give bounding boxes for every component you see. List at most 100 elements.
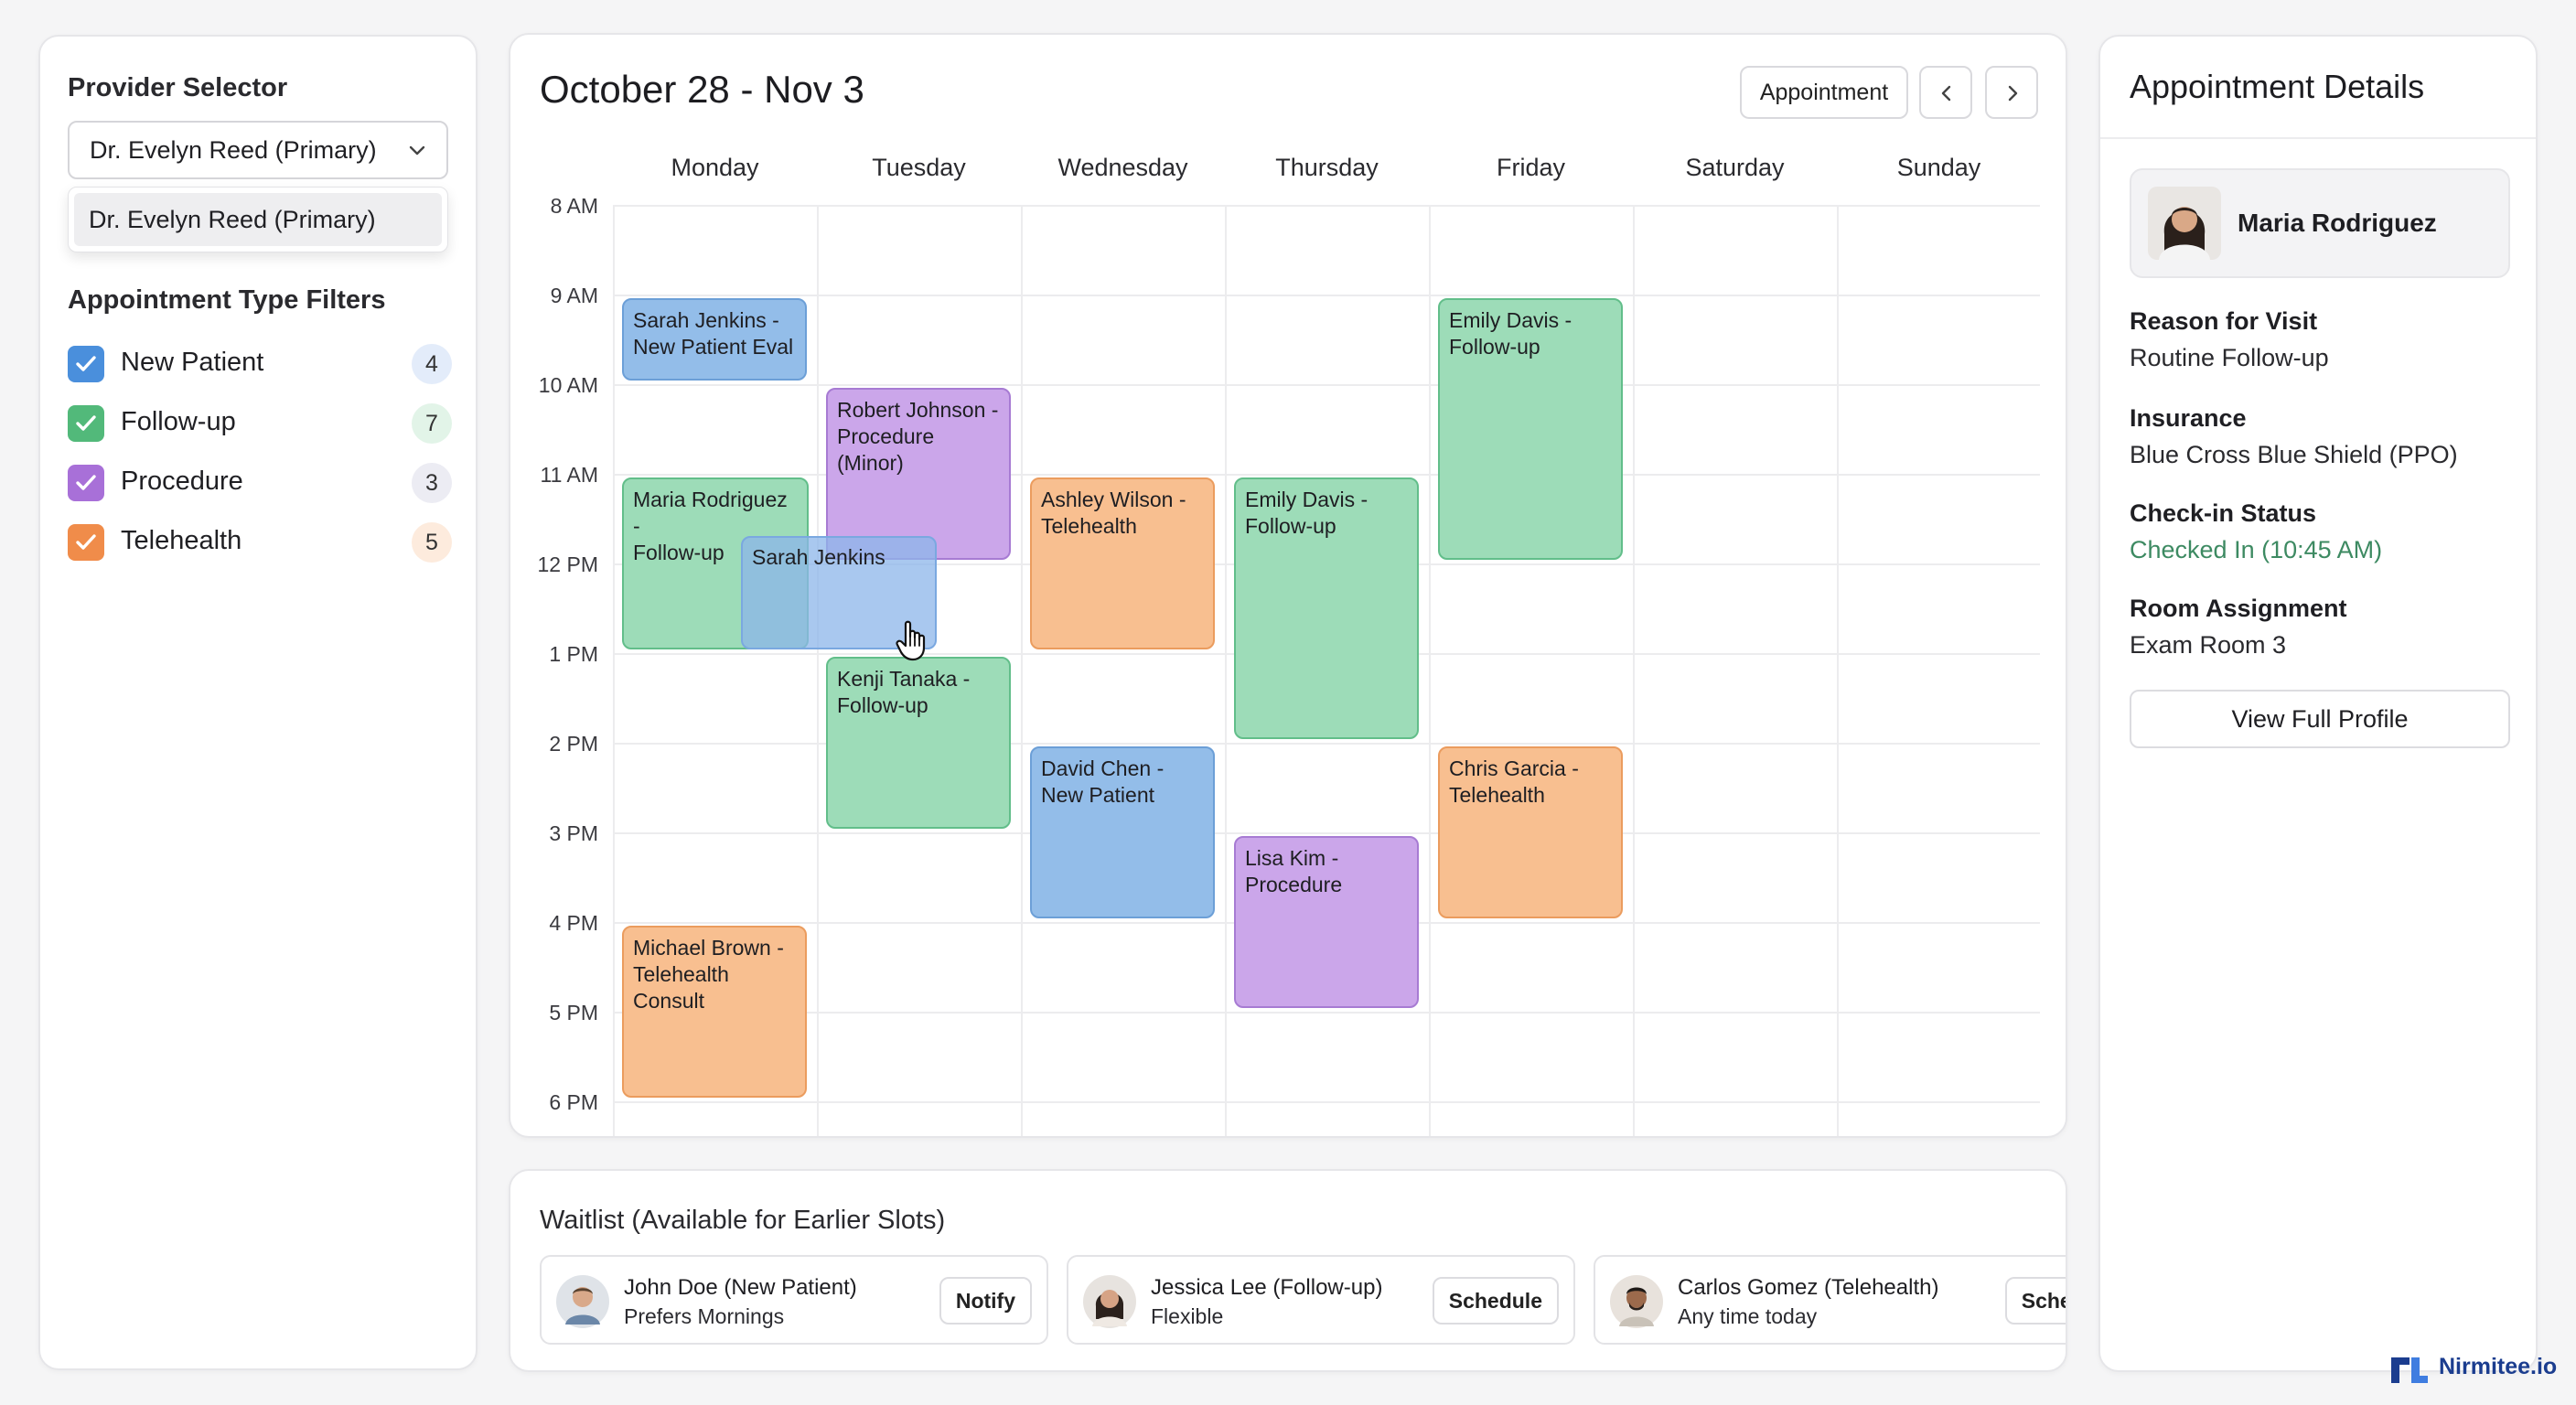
waitlist-item[interactable]: Carlos Gomez (Telehealth) Any time today…	[1594, 1255, 2066, 1345]
previous-week-button[interactable]	[1919, 66, 1972, 119]
appointment-type: Telehealth	[1449, 783, 1545, 807]
hour-label: 1 PM	[549, 642, 598, 666]
provider-selected-value: Dr. Evelyn Reed (Primary)	[90, 136, 377, 164]
waitlist-item[interactable]: Jessica Lee (Follow-up) Flexible Schedul…	[1067, 1255, 1575, 1345]
grid-line	[817, 205, 819, 1136]
reason-label: Reason for Visit	[2130, 307, 2318, 335]
week-range-title: October 28 - Nov 3	[540, 68, 864, 111]
day-header-sunday: Sunday	[1896, 154, 1981, 181]
appointment-type: Follow-up	[837, 693, 928, 717]
appointment-block[interactable]: Chris Garcia - Telehealth	[1438, 746, 1623, 918]
room-assignment-value: Exam Room 3	[2130, 631, 2287, 659]
hour-label: 8 AM	[550, 194, 598, 218]
day-header-monday: Monday	[671, 154, 759, 181]
filter-label: Follow-up	[121, 407, 236, 436]
grid-line	[1429, 205, 1431, 1136]
brand-name: Nirmitee.io	[2439, 1354, 2558, 1379]
checkbox-checked-icon[interactable]	[68, 524, 104, 561]
appointment-block[interactable]: Emily Davis - Follow-up	[1234, 477, 1419, 739]
filter-follow-up[interactable]: Follow-up 7	[68, 403, 452, 444]
hour-label: 6 PM	[549, 1090, 598, 1114]
filter-telehealth[interactable]: Telehealth 5	[68, 522, 452, 563]
appointment-patient: Chris Garcia -	[1449, 756, 1579, 780]
reason-value: Routine Follow-up	[2130, 344, 2329, 371]
waitlist-preference: Any time today	[1678, 1304, 1818, 1328]
filter-count-badge: 4	[412, 344, 452, 384]
filter-count-badge: 5	[412, 522, 452, 563]
filter-new-patient[interactable]: New Patient 4	[68, 344, 452, 384]
patient-card[interactable]: Maria Rodriguez	[2130, 168, 2510, 278]
appointment-patient: Robert Johnson -	[837, 398, 999, 422]
day-header-tuesday: Tuesday	[872, 154, 966, 181]
grid-line	[1021, 205, 1023, 1136]
new-appointment-button[interactable]: Appointment	[1740, 66, 1908, 119]
appointment-details-panel: Appointment Details Maria Rodriguez Reas…	[2098, 35, 2538, 1372]
hour-label: 3 PM	[549, 821, 598, 845]
schedule-button[interactable]: Schedule	[1432, 1277, 1559, 1325]
filter-label: Procedure	[121, 467, 243, 496]
avatar	[1610, 1275, 1663, 1328]
appointment-type: Follow-up	[1449, 335, 1540, 359]
grid-line	[1633, 205, 1635, 1136]
chevron-left-icon	[1941, 85, 1951, 102]
appointment-type: Procedure (Minor)	[837, 424, 935, 475]
filter-label: Telehealth	[121, 526, 242, 555]
week-calendar: October 28 - Nov 3 Appointment Monday Tu…	[509, 33, 2067, 1138]
grid-line	[613, 832, 2040, 834]
waitlist-panel: Waitlist (Available for Earlier Slots) J…	[509, 1169, 2067, 1372]
grid-line	[613, 1101, 2040, 1103]
room-assignment-label: Room Assignment	[2130, 595, 2347, 622]
appointment-block[interactable]: David Chen - New Patient	[1030, 746, 1215, 918]
appointment-patient: Ashley Wilson -	[1041, 488, 1186, 511]
checkbox-checked-icon[interactable]	[68, 405, 104, 442]
waitlist-patient-name: Jessica Lee (Follow-up)	[1151, 1275, 1383, 1300]
details-title: Appointment Details	[2130, 68, 2425, 105]
waitlist-patient-name: Carlos Gomez (Telehealth)	[1678, 1275, 1939, 1300]
insurance-label: Insurance	[2130, 404, 2247, 432]
appointment-patient: Emily Davis -	[1449, 308, 1572, 332]
provider-selector-heading: Provider Selector	[68, 73, 288, 102]
avatar	[2148, 187, 2221, 260]
filter-procedure[interactable]: Procedure 3	[68, 463, 452, 503]
day-header-wednesday: Wednesday	[1057, 154, 1188, 181]
filter-label: New Patient	[121, 348, 264, 377]
waitlist-preference: Prefers Mornings	[624, 1304, 785, 1328]
waitlist-title: Waitlist (Available for Earlier Slots)	[540, 1206, 946, 1235]
hour-label: 4 PM	[549, 911, 598, 935]
hour-label: 9 AM	[550, 284, 598, 307]
hour-label: 10 AM	[538, 373, 598, 397]
appointment-block[interactable]: Sarah Jenkins - New Patient Eval	[622, 298, 807, 381]
filter-count-badge: 7	[412, 403, 452, 444]
appointment-patient: Kenji Tanaka -	[837, 667, 971, 691]
appointment-patient: Sarah Jenkins -	[633, 308, 779, 332]
chevron-right-icon	[2008, 85, 2018, 102]
appointment-patient: Michael Brown -	[633, 936, 784, 960]
appointment-block[interactable]: Kenji Tanaka - Follow-up	[826, 657, 1011, 829]
waitlist-item[interactable]: John Doe (New Patient) Prefers Mornings …	[540, 1255, 1048, 1345]
checkbox-checked-icon[interactable]	[68, 465, 104, 501]
appointment-block[interactable]: Michael Brown - Telehealth Consult	[622, 926, 807, 1098]
appointment-block[interactable]: Emily Davis - Follow-up	[1438, 298, 1623, 560]
provider-option-evelyn-reed[interactable]: Dr. Evelyn Reed (Primary)	[74, 193, 442, 246]
day-header-saturday: Saturday	[1685, 154, 1785, 181]
day-header-thursday: Thursday	[1275, 154, 1379, 181]
provider-dropdown[interactable]: Dr. Evelyn Reed (Primary)	[68, 121, 448, 179]
appointment-block[interactable]: Lisa Kim - Procedure	[1234, 836, 1419, 1008]
checkin-status-value: Checked In (10:45 AM)	[2130, 536, 2383, 563]
appointment-patient: Maria Rodriguez -	[633, 488, 788, 538]
avatar	[1083, 1275, 1136, 1328]
chevron-down-icon	[409, 145, 425, 156]
grid-line	[613, 384, 2040, 386]
insurance-value: Blue Cross Blue Shield (PPO)	[2130, 441, 2458, 468]
notify-button[interactable]: Notify	[939, 1277, 1032, 1325]
grid-line	[613, 205, 2040, 207]
appointment-block[interactable]: Robert Johnson - Procedure (Minor)	[826, 388, 1011, 560]
next-week-button[interactable]	[1985, 66, 2038, 119]
appointment-type-filters-heading: Appointment Type Filters	[68, 285, 386, 315]
patient-name: Maria Rodriguez	[2238, 209, 2437, 237]
checkbox-checked-icon[interactable]	[68, 346, 104, 382]
schedule-button[interactable]: Schedule	[2004, 1277, 2066, 1325]
appointment-type: Procedure	[1245, 873, 1343, 896]
appointment-block[interactable]: Ashley Wilson - Telehealth	[1030, 477, 1215, 649]
view-full-profile-button[interactable]: View Full Profile	[2130, 690, 2510, 748]
